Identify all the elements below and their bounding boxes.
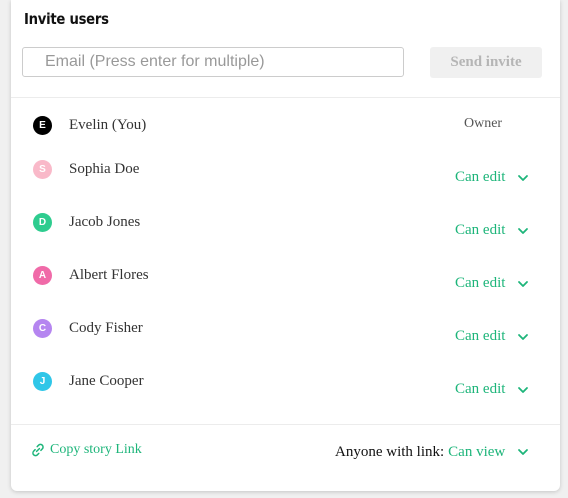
user-name: Jane Cooper xyxy=(69,373,144,389)
user-name: Evelin (You) xyxy=(69,117,147,133)
user-row-evelin: E Evelin (You) Owner xyxy=(11,116,560,140)
user-row-sophia: S Sophia Doe Can edit xyxy=(11,160,560,187)
permission-dropdown[interactable]: Can edit xyxy=(455,380,529,399)
link-permission-dropdown[interactable]: Can view xyxy=(448,444,529,461)
chevron-down-icon xyxy=(518,280,529,287)
chevron-down-icon xyxy=(518,227,529,234)
copy-link-label: Copy story Link xyxy=(50,442,142,457)
permission-dropdown[interactable]: Can edit xyxy=(455,327,529,346)
link-icon xyxy=(32,443,44,457)
email-input[interactable] xyxy=(22,47,404,77)
invite-users-panel: Invite users Send invite E Evelin (You) … xyxy=(11,0,560,491)
send-invite-button[interactable]: Send invite xyxy=(430,47,542,78)
divider xyxy=(11,97,560,98)
permission-label: Can edit xyxy=(455,328,506,344)
permission-dropdown[interactable]: Can edit xyxy=(455,168,529,187)
anyone-with-link-label: Anyone with link: xyxy=(335,443,445,460)
permission-dropdown[interactable]: Can edit xyxy=(455,221,529,240)
user-name: Cody Fisher xyxy=(69,320,143,336)
divider xyxy=(11,424,560,425)
permission-label: Can edit xyxy=(455,381,506,397)
user-name: Albert Flores xyxy=(69,267,149,283)
permission-label: Can edit xyxy=(455,222,506,238)
chevron-down-icon xyxy=(518,386,529,393)
permission-label: Can edit xyxy=(455,275,506,291)
panel-title: Invite users xyxy=(24,10,109,28)
copy-story-link[interactable]: Copy story Link xyxy=(30,440,142,460)
user-row-jane: J Jane Cooper Can edit xyxy=(11,372,560,399)
avatar: D xyxy=(33,213,52,232)
avatar: A xyxy=(33,266,52,285)
permission-dropdown[interactable]: Can edit xyxy=(455,274,529,293)
chevron-down-icon xyxy=(518,449,529,455)
link-sharing-setting: Anyone with link: Can view xyxy=(335,442,529,462)
link-permission-label: Can view xyxy=(448,443,506,460)
user-row-jacob: D Jacob Jones Can edit xyxy=(11,213,560,240)
user-name: Jacob Jones xyxy=(69,214,141,230)
avatar: J xyxy=(33,372,52,391)
owner-role-label: Owner xyxy=(464,116,503,131)
permission-label: Can edit xyxy=(455,169,506,185)
avatar: E xyxy=(33,116,52,135)
user-row-albert: A Albert Flores Can edit xyxy=(11,266,560,293)
user-row-cody: C Cody Fisher Can edit xyxy=(11,319,560,346)
avatar: C xyxy=(33,319,52,338)
user-name: Sophia Doe xyxy=(69,161,140,177)
chevron-down-icon xyxy=(518,333,529,340)
chevron-down-icon xyxy=(518,174,529,181)
avatar: S xyxy=(33,160,52,179)
